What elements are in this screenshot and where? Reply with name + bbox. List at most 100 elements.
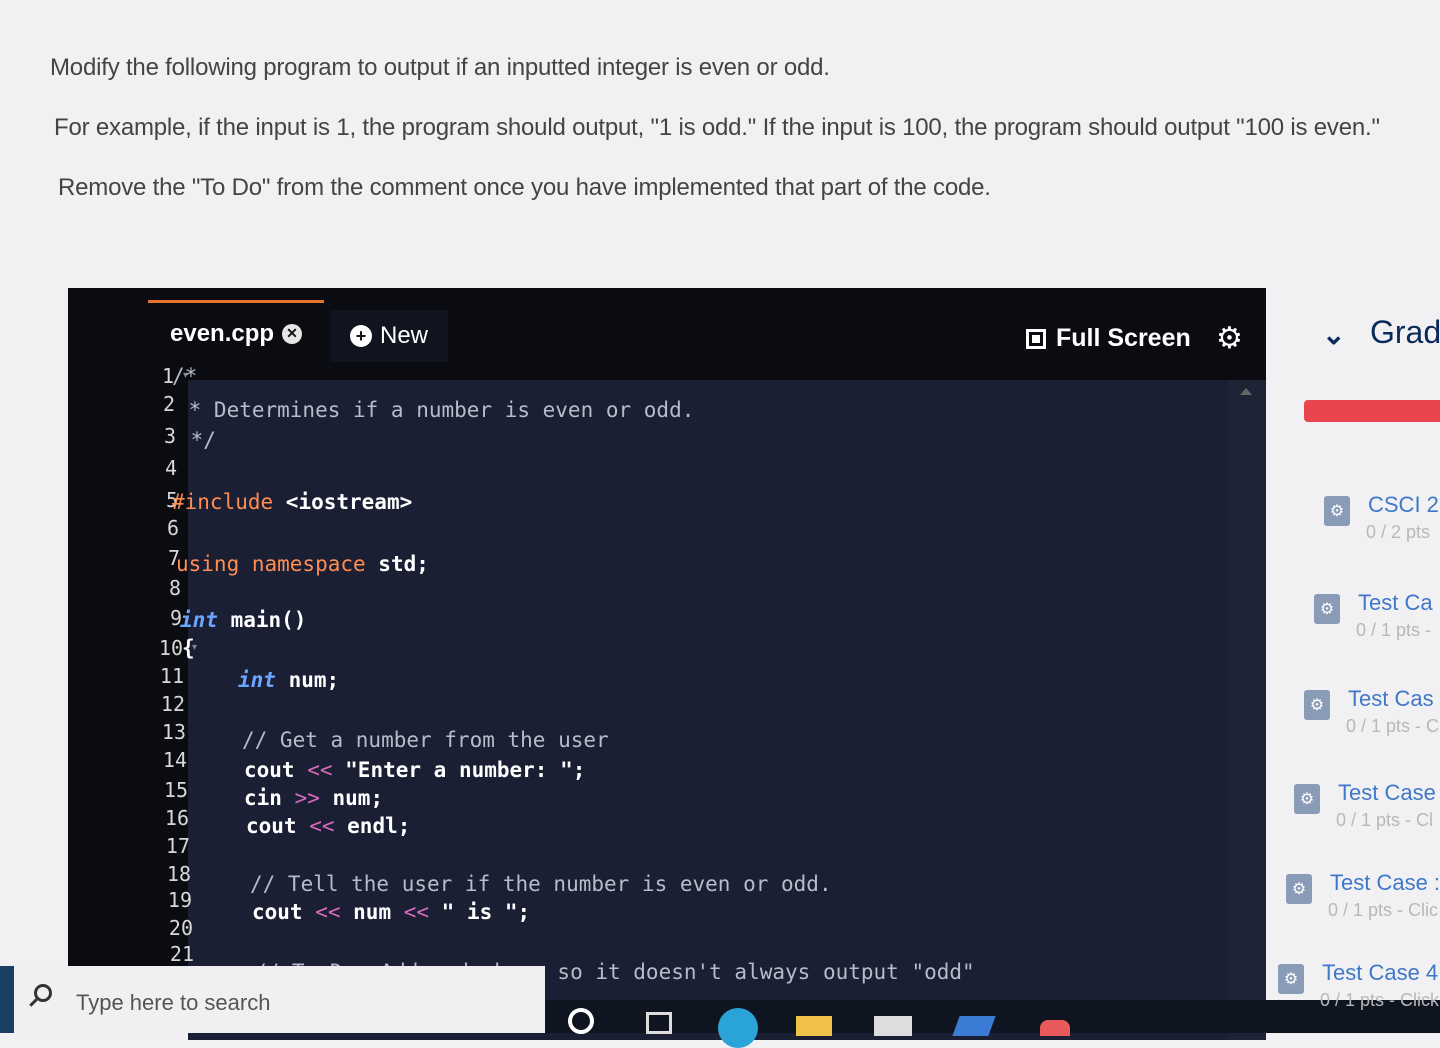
main-signature: main() xyxy=(217,608,307,632)
line-number: 21 xyxy=(169,942,194,966)
instruction-line-2: For example, if the input is 1, the prog… xyxy=(54,114,1380,141)
line-number: 11 xyxy=(159,664,184,688)
test-case-score: 0 / 1 pts - C xyxy=(1346,716,1440,736)
scrollbar[interactable] xyxy=(1228,380,1266,1040)
new-file-label: New xyxy=(379,322,428,349)
mail-icon[interactable] xyxy=(952,1016,996,1036)
line-number: 20 xyxy=(168,916,193,940)
code-line-13: // Get a number from the user xyxy=(242,728,609,752)
code-line-11: int num; xyxy=(238,668,339,692)
code-line-9: int main() xyxy=(180,608,306,632)
stream-op: << xyxy=(294,758,346,782)
chevron-down-icon[interactable]: ⌄ xyxy=(1322,318,1345,351)
code-line-16: cout << endl; xyxy=(246,814,410,838)
line-number: 16 xyxy=(164,806,189,830)
cout-token: cout xyxy=(244,758,295,782)
task-view-icon[interactable] xyxy=(646,1012,672,1034)
line-number: 6 xyxy=(166,516,179,540)
score-progress-bar xyxy=(1304,400,1440,422)
line-number-gutter: 1 ▾ 2 3 4 5 6 7 8 9 10 ▾ 11 12 13 14 15 16 17 18 19 20 21 xyxy=(118,364,197,1044)
test-case-score: 0 / 2 pts xyxy=(1366,522,1431,542)
line-number: 14 xyxy=(162,748,187,772)
line-number: 2 xyxy=(162,392,175,416)
cortana-icon[interactable] xyxy=(568,1008,594,1034)
test-case-score: 0 / 1 pts - Click xyxy=(1320,990,1440,1010)
test-case-icon: ⚙ xyxy=(1304,690,1330,720)
instruction-line-3: Remove the "To Do" from the comment once… xyxy=(58,174,991,201)
code-line-2: * Determines if a number is even or odd. xyxy=(176,398,695,422)
var-decl: num; xyxy=(275,668,340,692)
code-area[interactable] xyxy=(188,380,1228,1040)
code-line-15: cin >> num; xyxy=(244,786,383,810)
search-placeholder[interactable]: Type here to search xyxy=(76,990,270,1016)
line-number: 15 xyxy=(163,778,188,802)
test-case-icon: ⚙ xyxy=(1314,594,1340,624)
grading-heading: Grad xyxy=(1370,314,1440,350)
code-line-3: */ xyxy=(178,428,216,452)
test-case-icon: ⚙ xyxy=(1286,874,1312,904)
fullscreen-button[interactable]: Full Screen xyxy=(1026,324,1191,353)
using-keyword: using namespace xyxy=(176,552,366,576)
code-line-14: cout << "Enter a number: "; xyxy=(244,758,585,782)
test-case-icon: ⚙ xyxy=(1324,496,1350,526)
taskbar-app-icon[interactable] xyxy=(1040,1020,1070,1036)
line-number: 13 xyxy=(161,720,186,744)
namespace-name: std; xyxy=(365,552,429,576)
new-file-button[interactable]: + New xyxy=(330,310,448,362)
search-icon xyxy=(34,984,52,1002)
code-line-19: cout << num << " is "; xyxy=(252,900,530,924)
fullscreen-label: Full Screen xyxy=(1056,324,1191,352)
gear-icon[interactable]: ⚙ xyxy=(1216,324,1243,354)
type-int: int xyxy=(238,668,276,692)
var-token: num xyxy=(353,900,392,924)
test-case-title: Test Case : xyxy=(1330,870,1440,895)
stream-op: << xyxy=(302,900,354,924)
editor-tabbar: even.cpp ✕ + New Full Screen ⚙ xyxy=(68,288,1266,380)
test-case-title: Test Ca xyxy=(1358,590,1433,615)
test-case-score: 0 / 1 pts - Clic xyxy=(1328,900,1439,920)
line-number: 19 xyxy=(167,888,192,912)
tab-even-cpp[interactable]: even.cpp ✕ xyxy=(148,300,324,364)
file-explorer-icon[interactable] xyxy=(796,1016,832,1036)
close-tab-icon[interactable]: ✕ xyxy=(282,323,303,344)
code-line-7: using namespace std; xyxy=(176,552,429,576)
cout-token: cout xyxy=(246,814,297,838)
cout-token: cout xyxy=(252,900,303,924)
test-case-score: 0 / 1 pts - xyxy=(1356,620,1432,640)
test-case-title: CSCI 2 xyxy=(1368,492,1439,517)
cin-token: cin xyxy=(244,786,282,810)
include-header: <iostream> xyxy=(273,490,413,514)
code-line-18: // Tell the user if the number is even o… xyxy=(250,872,832,896)
line-number: 10 xyxy=(158,636,183,660)
line-number: 4 xyxy=(164,456,177,480)
stream-op: << xyxy=(296,814,348,838)
scroll-up-arrow-icon[interactable] xyxy=(1240,388,1252,395)
test-case-title: Test Case xyxy=(1338,780,1436,805)
plus-circle-icon: + xyxy=(349,325,372,347)
code-line-10: { xyxy=(182,636,195,660)
code-editor: even.cpp ✕ + New Full Screen ⚙ 1 ▾ 2 3 4 5 6 7 8… xyxy=(68,288,1266,1040)
fullscreen-icon xyxy=(1026,328,1046,349)
line-number: 18 xyxy=(166,862,191,886)
instruction-line-1: Modify the following program to output i… xyxy=(50,54,830,81)
stream-op: >> xyxy=(281,786,333,810)
type-int: int xyxy=(180,608,218,632)
edge-browser-icon[interactable] xyxy=(718,1008,758,1048)
string-literal: "Enter a number: "; xyxy=(345,758,586,782)
tab-file-label: even.cpp xyxy=(170,319,275,347)
endl-token: endl; xyxy=(347,814,411,838)
store-icon[interactable] xyxy=(874,1016,912,1036)
code-line-5: #include <iostream> xyxy=(172,490,412,514)
code-line-1: /* xyxy=(172,364,198,388)
test-case-icon: ⚙ xyxy=(1278,964,1304,994)
include-directive: #include xyxy=(172,490,274,514)
test-case-score: 0 / 1 pts - Cl xyxy=(1336,810,1434,830)
test-case-title: Test Case 4 xyxy=(1322,960,1439,985)
line-number: 17 xyxy=(165,834,190,858)
var-token: num; xyxy=(332,786,384,810)
line-number: 12 xyxy=(160,692,185,716)
test-case-title: Test Cas xyxy=(1348,686,1434,711)
stream-op: << xyxy=(391,900,442,924)
string-literal: " is "; xyxy=(441,900,531,924)
test-case-icon: ⚙ xyxy=(1294,784,1320,814)
